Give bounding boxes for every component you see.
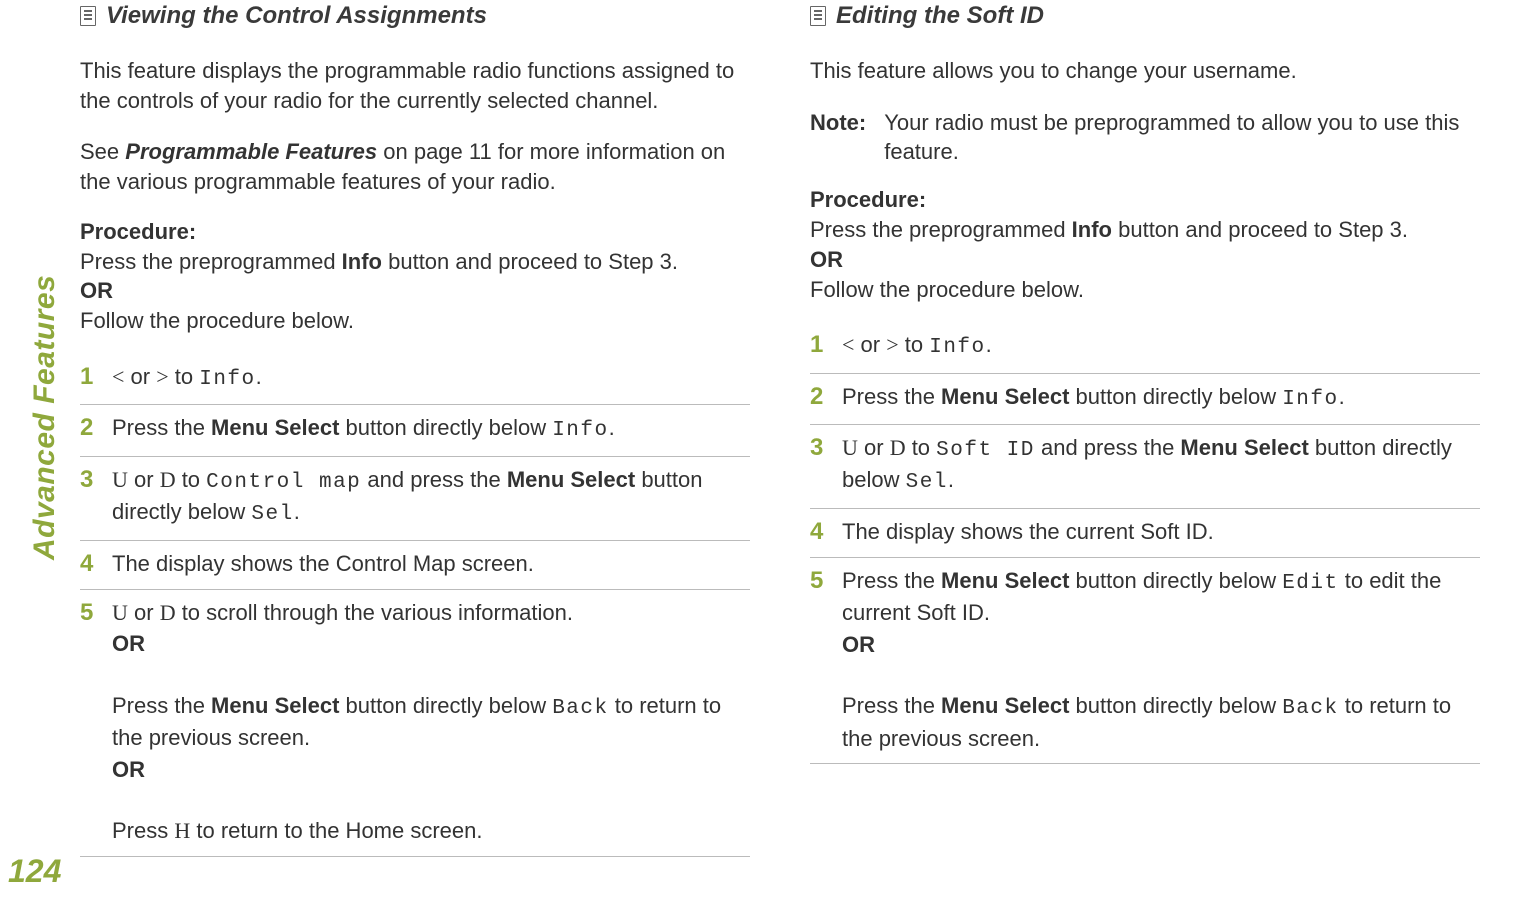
mono-text: Info (1282, 388, 1338, 411)
sidebar: Advanced Features (0, 0, 60, 898)
step-number: 5 (80, 598, 98, 846)
key-symbol: U (842, 435, 858, 460)
step-body: < or > to Info. (842, 330, 1480, 362)
note-row: Note: Your radio must be preprogrammed t… (810, 108, 1480, 167)
step-number: 5 (810, 566, 828, 753)
key-symbol: H (174, 818, 190, 843)
step-number: 2 (810, 382, 828, 414)
right-column: Editing the Soft ID This feature allows … (810, 2, 1480, 857)
key-symbol: D (890, 435, 906, 460)
step-body: U or D to Soft ID and press the Menu Sel… (842, 433, 1480, 498)
mono-text: Sel (251, 503, 293, 526)
mono-text: Sel (906, 471, 948, 494)
procedure-line-2: Follow the procedure below. (810, 275, 1480, 305)
step-body: Press the Menu Select button directly be… (842, 382, 1480, 414)
or-separator: OR (112, 629, 750, 659)
procedure-label: Procedure: (80, 219, 750, 245)
note-text: Your radio must be preprogrammed to allo… (884, 108, 1480, 167)
bold: Menu Select (211, 415, 339, 440)
procedure-line-1: Press the preprogrammed Info button and … (80, 247, 750, 277)
or-separator: OR (810, 247, 1480, 273)
step-body: U or D to Control map and press the Menu… (112, 465, 750, 530)
mono-text: Edit (1282, 572, 1338, 595)
bold: Menu Select (211, 693, 339, 718)
step: 5U or D to scroll through the various in… (80, 590, 750, 857)
step: 1 < or > to Info. (810, 322, 1480, 373)
or-separator: OR (842, 630, 1480, 660)
bold: Menu Select (507, 467, 635, 492)
bold: Menu Select (941, 693, 1069, 718)
or-separator: OR (112, 755, 750, 785)
left-column: Viewing the Control Assignments This fea… (80, 2, 750, 857)
mono-text: Control map (206, 471, 361, 494)
procedure-line-1: Press the preprogrammed Info button and … (810, 215, 1480, 245)
bold: Menu Select (941, 384, 1069, 409)
right-steps: 1 < or > to Info. 2 Press the Menu Select b… (810, 322, 1480, 764)
key-symbol: U (112, 600, 128, 625)
document-icon (80, 6, 96, 26)
text: button and proceed to Step 3. (382, 249, 678, 274)
step-number: 3 (80, 465, 98, 530)
note-label: Note: (810, 108, 866, 167)
step: 1 < or > to Info. (80, 354, 750, 405)
step: 5Press the Menu Select button directly b… (810, 558, 1480, 764)
document-icon (810, 6, 826, 26)
key-symbol: < (112, 364, 124, 389)
left-steps: 1 < or > to Info. 2 Press the Menu Select b… (80, 354, 750, 857)
mono-text: Back (1282, 697, 1338, 720)
sidebar-section-label: Advanced Features (28, 275, 62, 560)
text: Press the preprogrammed (810, 217, 1072, 242)
bold: Info (342, 249, 382, 274)
text: Press the preprogrammed (80, 249, 342, 274)
step-body: The display shows the current Soft ID. (842, 517, 1480, 547)
left-intro-2: See Programmable Features on page 11 for… (80, 137, 750, 196)
mono-text: Info (199, 368, 255, 391)
bold-ref: Programmable Features (125, 139, 377, 164)
step: 2 Press the Menu Select button directly b… (80, 405, 750, 456)
key-symbol: U (112, 467, 128, 492)
step-number: 4 (80, 549, 98, 579)
key-symbol: D (160, 600, 176, 625)
heading-left: Viewing the Control Assignments (80, 2, 750, 30)
step-body: < or > to Info. (112, 362, 750, 394)
or-separator: OR (80, 278, 750, 304)
procedure-line-2: Follow the procedure below. (80, 306, 750, 336)
step-number: 2 (80, 413, 98, 445)
mono-text: Soft ID (936, 439, 1035, 462)
step-number: 4 (810, 517, 828, 547)
key-symbol: > (886, 332, 898, 357)
page-content: Viewing the Control Assignments This fea… (80, 2, 1500, 857)
step: 3U or D to Control map and press the Men… (80, 457, 750, 541)
mono-text: Info (929, 336, 985, 359)
step-body: The display shows the Control Map screen… (112, 549, 750, 579)
bold: Info (1072, 217, 1112, 242)
step-number: 1 (80, 362, 98, 394)
mono-text: Back (552, 697, 608, 720)
mono-text: Info (552, 419, 608, 442)
key-symbol: > (156, 364, 168, 389)
step-body: U or D to scroll through the various inf… (112, 598, 750, 846)
heading-right-text: Editing the Soft ID (836, 2, 1044, 30)
text: See (80, 139, 125, 164)
page-number: 124 (8, 853, 61, 890)
step-number: 1 (810, 330, 828, 362)
key-symbol: D (160, 467, 176, 492)
key-symbol: < (842, 332, 854, 357)
step: 3U or D to Soft ID and press the Menu Se… (810, 425, 1480, 509)
text: button and proceed to Step 3. (1112, 217, 1408, 242)
step-body: Press the Menu Select button directly be… (112, 413, 750, 445)
procedure-label: Procedure: (810, 187, 1480, 213)
step: 2 Press the Menu Select button directly b… (810, 374, 1480, 425)
step: 4 The display shows the Control Map scree… (80, 541, 750, 590)
right-intro-1: This feature allows you to change your u… (810, 56, 1480, 86)
step-number: 3 (810, 433, 828, 498)
heading-right: Editing the Soft ID (810, 2, 1480, 30)
bold: Menu Select (941, 568, 1069, 593)
step-body: Press the Menu Select button directly be… (842, 566, 1480, 753)
bold: Menu Select (1180, 435, 1308, 460)
step: 4 The display shows the current Soft ID. (810, 509, 1480, 558)
heading-left-text: Viewing the Control Assignments (106, 2, 487, 30)
left-intro-1: This feature displays the programmable r… (80, 56, 750, 115)
